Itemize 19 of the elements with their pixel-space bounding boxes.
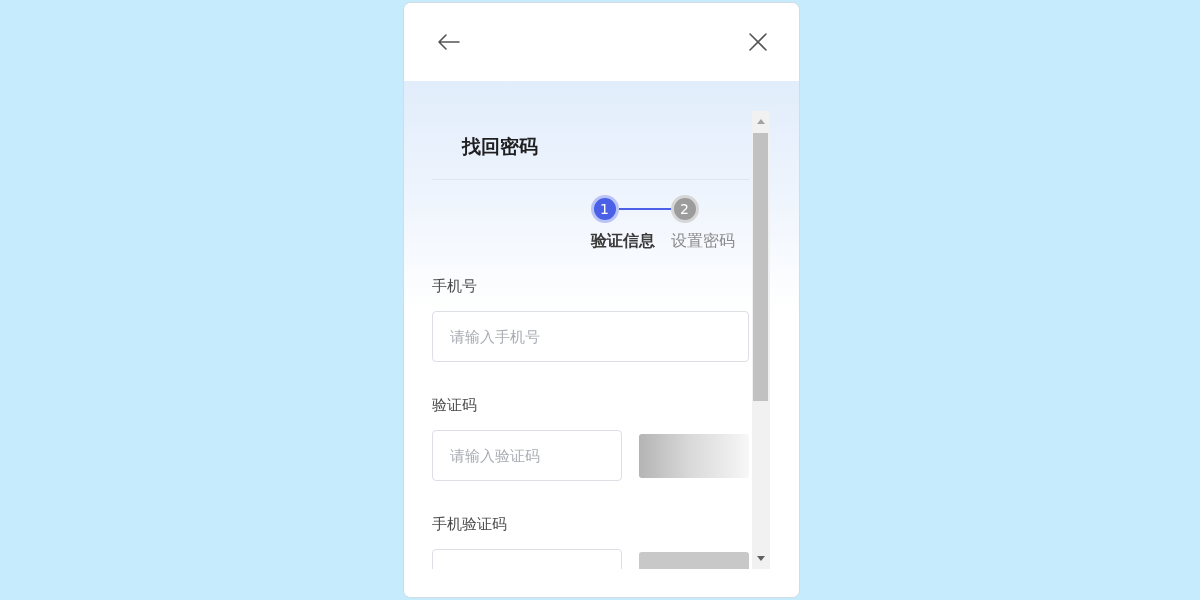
input-field[interactable]: 请输入验证码 <box>431 430 622 481</box>
field-label: 验证码 <box>431 395 478 416</box>
step-number: 2 <box>670 195 699 223</box>
step-label: 设置密码 <box>670 230 735 252</box>
input-field[interactable]: 请输入手机号 <box>431 311 749 362</box>
back-arrow-icon <box>437 34 460 50</box>
form-title: 找回密码 <box>461 135 538 157</box>
step-label: 验证信息 <box>590 230 655 252</box>
captcha-image[interactable] <box>638 433 749 478</box>
close-icon <box>748 33 767 51</box>
scroll-down-icon[interactable] <box>756 556 765 561</box>
step-number: 1 <box>590 195 619 223</box>
step-connector <box>618 208 671 210</box>
scrollbar-thumb[interactable] <box>753 133 768 401</box>
close-button[interactable] <box>748 33 767 51</box>
scroll-up-icon[interactable] <box>756 119 765 124</box>
back-button[interactable] <box>437 34 460 50</box>
field-label: 手机号 <box>431 276 478 297</box>
field-label: 手机验证码 <box>431 514 508 535</box>
